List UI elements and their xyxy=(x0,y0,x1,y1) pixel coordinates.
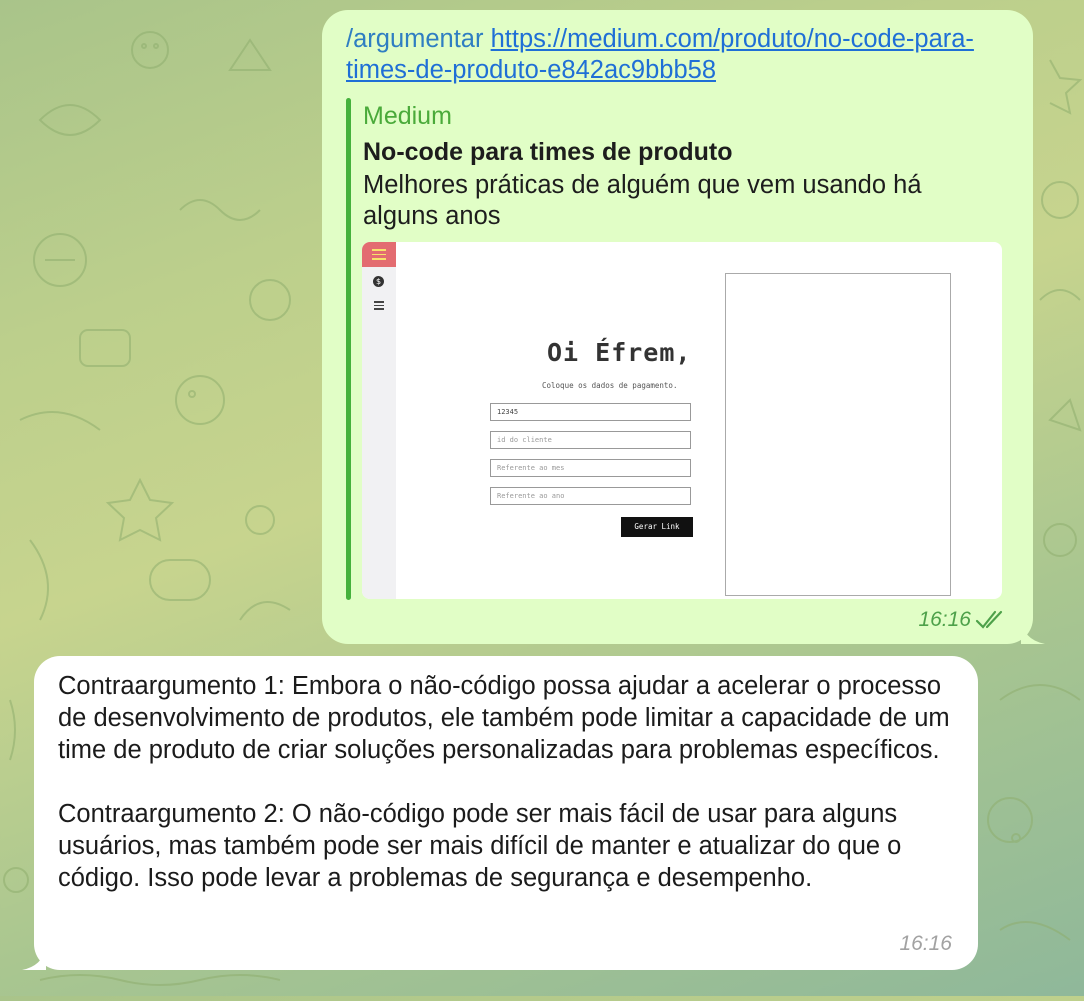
preview-accent-bar xyxy=(346,98,351,600)
bubble-tail-icon xyxy=(22,948,46,970)
menu-icon xyxy=(362,242,396,267)
incoming-time: 16:16 xyxy=(899,932,952,955)
preview-sidebar: $ xyxy=(362,242,396,599)
message-text: /argumentar https://medium.com/produto/n… xyxy=(346,24,1006,86)
preview-greeting: Oi Éfrem, xyxy=(547,338,692,367)
preview-generate-link-button: Gerar Link xyxy=(621,517,693,537)
incoming-message-bubble[interactable]: Contraargumento 1: Embora o não-código p… xyxy=(22,656,978,970)
bubble-tail-icon xyxy=(1021,622,1045,644)
preview-site-name: Medium xyxy=(363,102,452,130)
counterargument-2: Contraargumento 2: O não-código pode ser… xyxy=(58,800,902,892)
preview-input-value: 12345 xyxy=(490,403,691,421)
outgoing-message-bubble[interactable]: /argumentar https://medium.com/produto/n… xyxy=(322,10,1045,644)
preview-input-month: Referente ao mes xyxy=(490,459,691,477)
preview-input-year: Referente ao ano xyxy=(490,487,691,505)
preview-subtitle: Coloque os dados de pagamento. xyxy=(542,381,678,390)
outgoing-time: 16:16 xyxy=(918,608,971,631)
list-icon xyxy=(374,301,384,312)
preview-frame xyxy=(725,273,951,596)
double-check-icon xyxy=(975,610,1003,629)
outgoing-meta: 16:16 xyxy=(918,608,1005,632)
preview-image[interactable]: $ Oi Éfrem, Coloque os dados de pagament… xyxy=(362,242,1002,599)
bot-command-link[interactable]: /argumentar xyxy=(346,25,484,53)
dollar-icon: $ xyxy=(373,276,384,287)
preview-input-client-id: id do cliente xyxy=(490,431,691,449)
counterargument-1: Contraargumento 1: Embora o não-código p… xyxy=(58,672,950,764)
incoming-message-text: Contraargumento 1: Embora o não-código p… xyxy=(58,670,958,894)
link-preview[interactable]: Medium No-code para times de produto Mel… xyxy=(346,98,1006,600)
preview-title: No-code para times de produto xyxy=(363,138,733,166)
preview-description: Melhores práticas de alguém que vem usan… xyxy=(363,171,922,230)
